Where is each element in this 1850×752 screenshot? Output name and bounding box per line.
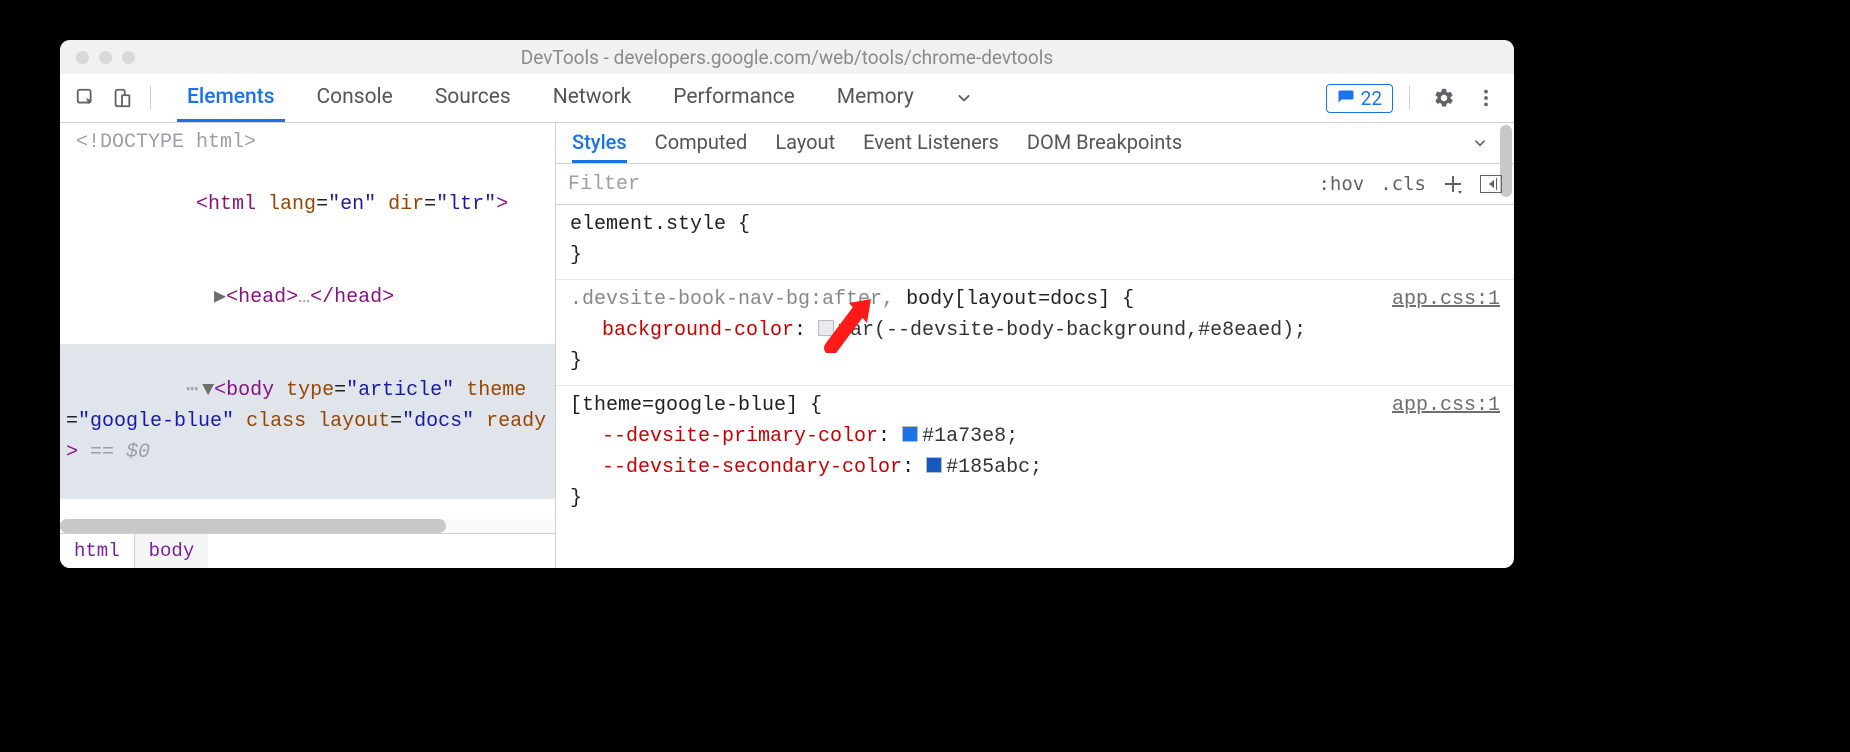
kebab-menu-icon[interactable]: [1468, 80, 1504, 116]
main-toolbar: Elements Console Sources Network Perform…: [60, 74, 1514, 123]
dom-body-selected[interactable]: ⋯▼<body type="article" theme="google-blu…: [60, 344, 555, 499]
css-property[interactable]: --devsite-primary-color: [602, 425, 878, 448]
color-swatch-icon[interactable]: [926, 457, 942, 473]
devtools-window: DevTools - developers.google.com/web/too…: [60, 40, 1514, 568]
subtab-layout[interactable]: Layout: [775, 123, 835, 163]
settings-icon[interactable]: [1426, 80, 1462, 116]
styles-subtabs: Styles Computed Layout Event Listeners D…: [556, 123, 1514, 164]
window-zoom-button[interactable]: [122, 51, 135, 64]
message-count-value: 22: [1361, 87, 1382, 110]
device-toolbar-icon[interactable]: [104, 80, 140, 116]
dom-doctype[interactable]: <!DOCTYPE html>: [60, 127, 555, 158]
horizontal-scrollbar[interactable]: [60, 519, 555, 533]
subtab-computed[interactable]: Computed: [655, 123, 748, 163]
expand-arrow-icon[interactable]: ▶: [214, 286, 226, 309]
styles-panel: Styles Computed Layout Event Listeners D…: [556, 123, 1514, 568]
toolbar-divider: [1409, 86, 1410, 110]
css-value[interactable]: #1a73e8;: [922, 425, 1018, 448]
console-message-count[interactable]: 22: [1326, 84, 1393, 113]
breadcrumb-body[interactable]: body: [134, 534, 209, 568]
toggle-hov-button[interactable]: :hov: [1318, 173, 1364, 195]
gutter-ellipsis-icon[interactable]: ⋯: [186, 379, 202, 402]
message-icon: [1337, 89, 1355, 107]
styles-rules[interactable]: element.style { } .devsite-book-nav-bg:a…: [556, 205, 1514, 568]
breadcrumb-html[interactable]: html: [60, 534, 134, 568]
dom-devsite-progress[interactable]: <devsite-progress id="app-progress"></de…: [60, 499, 555, 519]
window-minimize-button[interactable]: [99, 51, 112, 64]
style-rule-theme-google-blue[interactable]: [theme=google-blue] { app.css:1 --devsit…: [556, 385, 1514, 522]
toggle-cls-button[interactable]: .cls: [1380, 173, 1426, 195]
source-link[interactable]: app.css:1: [1392, 390, 1500, 421]
more-subtabs-icon[interactable]: [1462, 125, 1498, 161]
elements-panel: <!DOCTYPE html> <html lang="en" dir="ltr…: [60, 123, 556, 568]
tab-console[interactable]: Console: [307, 74, 403, 122]
window-traffic-lights: [60, 51, 135, 64]
new-style-rule-button[interactable]: [1442, 173, 1464, 195]
color-swatch-icon[interactable]: [902, 426, 918, 442]
styles-filter-bar: :hov .cls: [556, 164, 1514, 205]
tab-elements[interactable]: Elements: [177, 74, 285, 122]
tab-memory[interactable]: Memory: [827, 74, 924, 122]
source-link[interactable]: app.css:1: [1392, 284, 1500, 315]
tab-performance[interactable]: Performance: [663, 74, 804, 122]
css-value[interactable]: #185abc;: [946, 456, 1042, 479]
dom-html-open[interactable]: <html lang="en" dir="ltr">: [60, 158, 555, 251]
subtab-event-listeners[interactable]: Event Listeners: [863, 123, 999, 163]
more-tabs-icon[interactable]: [946, 80, 982, 116]
toggle-sidebar-icon[interactable]: [1480, 175, 1502, 193]
window-close-button[interactable]: [76, 51, 89, 64]
toolbar-divider: [150, 86, 151, 110]
window-title: DevTools - developers.google.com/web/too…: [60, 46, 1514, 69]
css-value[interactable]: var(--devsite-body-background,#e8eaed);: [838, 319, 1306, 342]
tab-network[interactable]: Network: [543, 74, 642, 122]
color-swatch-icon[interactable]: [818, 320, 834, 336]
collapse-arrow-icon[interactable]: ▼: [202, 379, 214, 402]
tab-sources[interactable]: Sources: [425, 74, 521, 122]
style-rule-body-layout-docs[interactable]: .devsite-book-nav-bg:after, body[layout=…: [556, 279, 1514, 385]
subtab-styles[interactable]: Styles: [572, 123, 627, 163]
breadcrumb: html body: [60, 533, 555, 568]
dom-tree[interactable]: <!DOCTYPE html> <html lang="en" dir="ltr…: [60, 123, 555, 519]
subtab-dom-breakpoints[interactable]: DOM Breakpoints: [1027, 123, 1182, 163]
window-titlebar: DevTools - developers.google.com/web/too…: [60, 40, 1514, 74]
dom-head[interactable]: ▶<head>…</head>: [60, 251, 555, 344]
css-property[interactable]: background-color: [602, 319, 794, 342]
inspect-element-icon[interactable]: [68, 80, 104, 116]
main-tabs: Elements Console Sources Network Perform…: [169, 74, 1326, 122]
style-rule-element-style[interactable]: element.style { }: [556, 205, 1514, 279]
styles-filter-input[interactable]: [556, 164, 1306, 204]
css-property[interactable]: --devsite-secondary-color: [602, 456, 902, 479]
